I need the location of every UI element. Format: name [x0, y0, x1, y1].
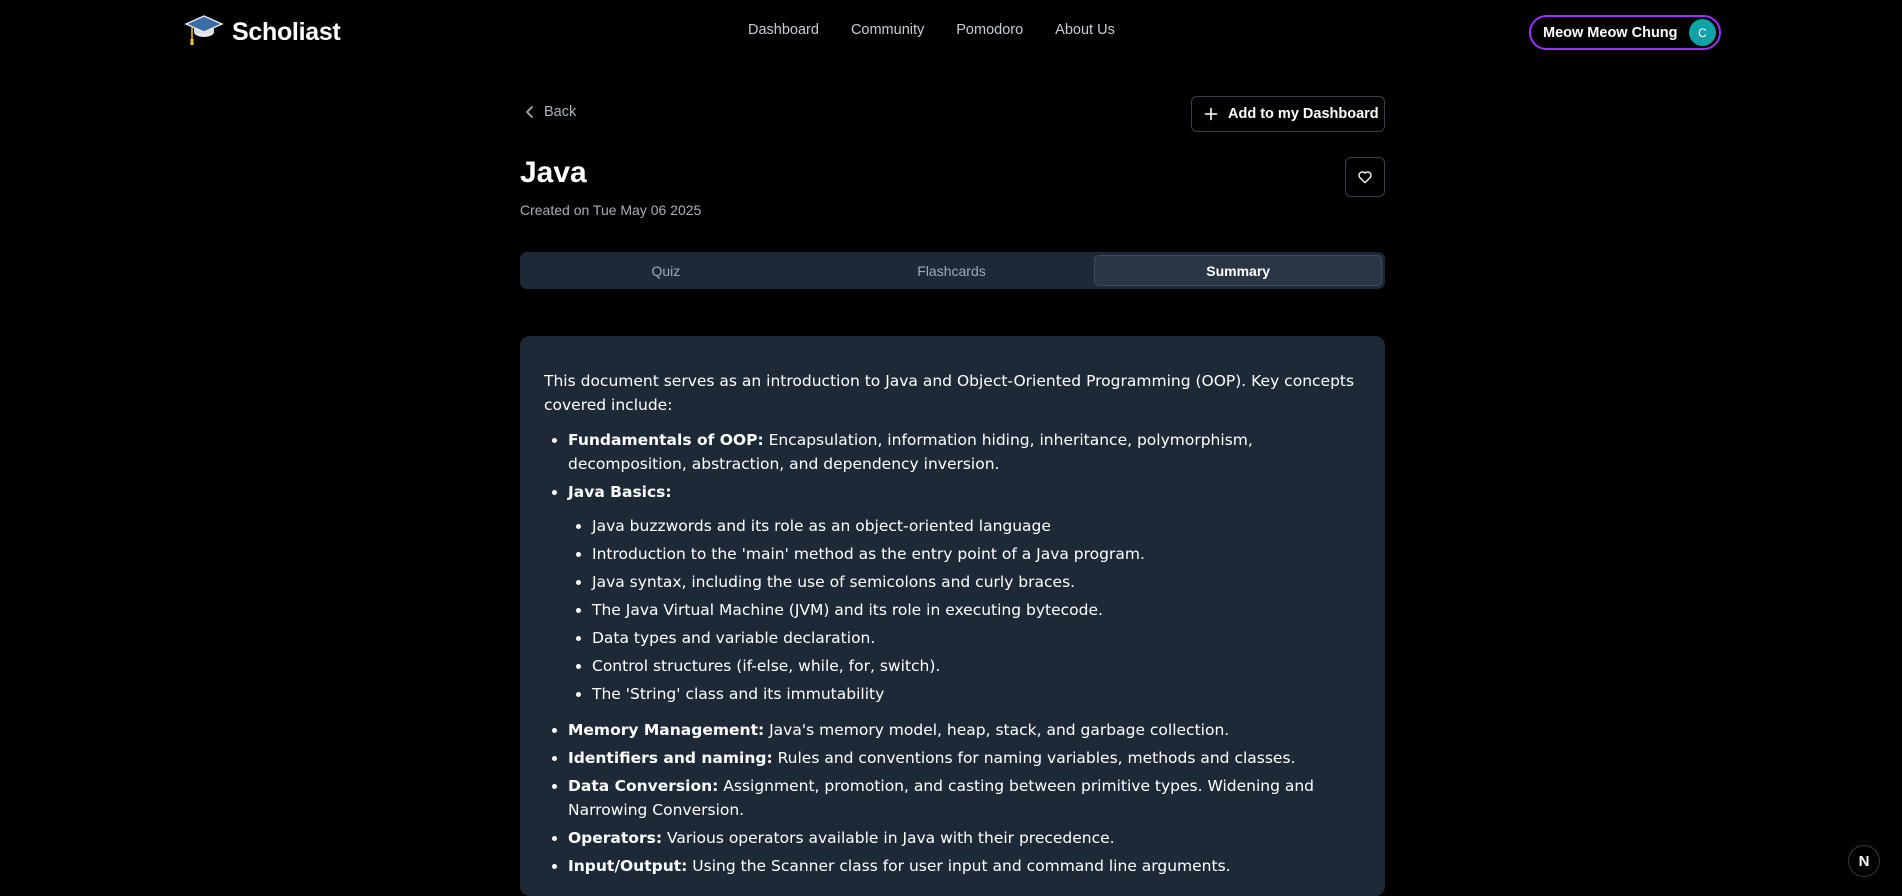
dev-tools-badge[interactable]: N	[1848, 845, 1880, 877]
list-item-term: Input/Output:	[568, 857, 688, 875]
content-tabs: Quiz Flashcards Summary	[520, 252, 1385, 289]
avatar: C	[1689, 19, 1716, 46]
graduation-cap-icon	[184, 15, 224, 45]
page-title: Java	[520, 156, 587, 189]
list-item-text: Java's memory model, heap, stack, and ga…	[764, 721, 1230, 739]
favorite-button[interactable]	[1345, 157, 1385, 197]
back-button[interactable]: Back	[524, 104, 576, 120]
brand-name: Scholiast	[232, 17, 341, 46]
add-to-dashboard-label: Add to my Dashboard	[1228, 106, 1379, 122]
main-nav: Dashboard Community Pomodoro About Us	[748, 22, 1115, 38]
summary-intro: This document serves as an introduction …	[544, 372, 1355, 414]
list-item: Data Conversion: Assignment, promotion, …	[568, 774, 1361, 822]
list-item-text: Rules and conventions for naming variabl…	[772, 749, 1296, 767]
list-item-term: Memory Management:	[568, 721, 765, 739]
sub-list-item: Java syntax, including the use of semico…	[592, 570, 1361, 594]
top-navbar: Scholiast Dashboard Community Pomodoro A…	[0, 0, 1902, 64]
list-item: Input/Output: Using the Scanner class fo…	[568, 854, 1361, 878]
list-item-term: Java Basics:	[568, 483, 672, 501]
brand-logo-link[interactable]: Scholiast	[184, 12, 341, 52]
sub-list-item: The 'String' class and its immutability	[592, 682, 1361, 706]
list-item: Java Basics: Java buzzwords and its role…	[568, 480, 1361, 706]
list-item: Operators: Various operators available i…	[568, 826, 1361, 850]
tab-summary[interactable]: Summary	[1094, 255, 1383, 286]
list-item-text: Using the Scanner class for user input a…	[687, 857, 1231, 875]
tab-flashcards[interactable]: Flashcards	[809, 255, 1095, 286]
sub-list-item: Introduction to the 'main' method as the…	[592, 542, 1361, 566]
sub-list-item: The Java Virtual Machine (JVM) and its r…	[592, 598, 1361, 622]
sub-list-item: Control structures (if-else, while, for,…	[592, 654, 1361, 678]
user-menu-button[interactable]: Meow Meow Chung C	[1529, 15, 1721, 50]
chevron-left-icon	[526, 106, 533, 118]
sub-list-item: Data types and variable declaration.	[592, 626, 1361, 650]
tab-quiz[interactable]: Quiz	[523, 255, 809, 286]
list-item-term: Identifiers and naming:	[568, 749, 773, 767]
created-date: Created on Tue May 06 2025	[520, 202, 702, 218]
user-name: Meow Meow Chung	[1543, 24, 1678, 41]
nav-community[interactable]: Community	[851, 22, 924, 38]
list-item-text: Various operators available in Java with…	[662, 829, 1115, 847]
add-to-dashboard-button[interactable]: Add to my Dashboard	[1191, 96, 1385, 132]
list-item-term: Operators:	[568, 829, 663, 847]
sub-list: Java buzzwords and its role as an object…	[568, 514, 1361, 706]
nav-about-us[interactable]: About Us	[1055, 22, 1115, 38]
list-item: Identifiers and naming: Rules and conven…	[568, 746, 1361, 770]
summary-card: This document serves as an introduction …	[520, 336, 1385, 896]
list-item: Memory Management: Java's memory model, …	[568, 718, 1361, 742]
nav-dashboard[interactable]: Dashboard	[748, 22, 819, 38]
list-item: Fundamentals of OOP: Encapsulation, info…	[568, 428, 1361, 476]
plus-icon	[1204, 107, 1218, 121]
sub-list-item: Java buzzwords and its role as an object…	[592, 514, 1361, 538]
summary-list: Fundamentals of OOP: Encapsulation, info…	[544, 428, 1361, 878]
list-item-term: Data Conversion:	[568, 777, 719, 795]
nav-pomodoro[interactable]: Pomodoro	[956, 22, 1023, 38]
heart-icon	[1358, 171, 1372, 184]
back-label: Back	[544, 104, 577, 120]
list-item-term: Fundamentals of OOP:	[568, 431, 764, 449]
